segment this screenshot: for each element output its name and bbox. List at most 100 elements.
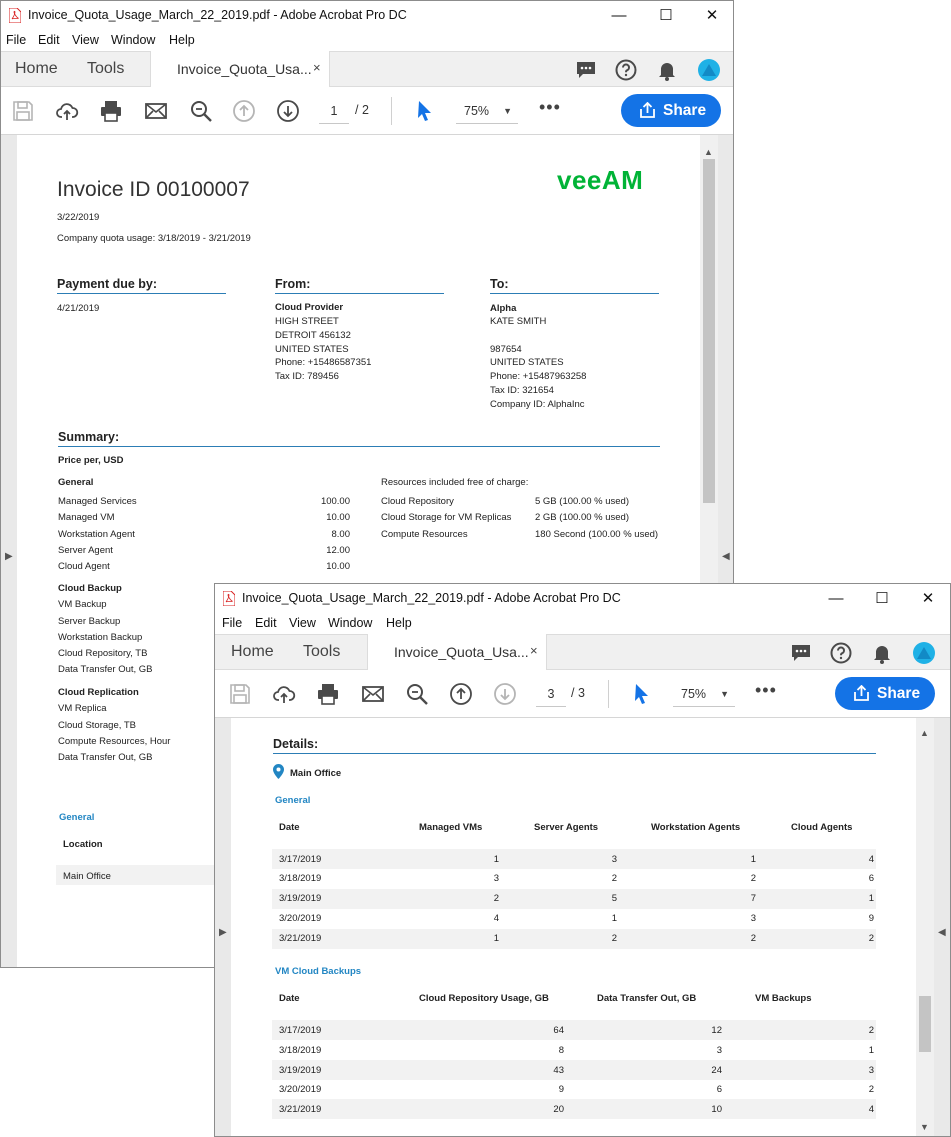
pdf-page-details: Details: Main Office General Date Manage… bbox=[231, 718, 916, 1136]
next-page-icon[interactable] bbox=[276, 99, 300, 123]
zoom-search-icon[interactable] bbox=[405, 682, 429, 706]
maximize-button[interactable]: ☐ bbox=[643, 1, 689, 31]
to-line: UNITED STATES bbox=[490, 357, 564, 368]
notifications-bell-icon[interactable] bbox=[870, 641, 894, 665]
menu-edit[interactable]: Edit bbox=[38, 33, 60, 47]
tab-bar: Home Tools Invoice_Quota_Usa... × bbox=[1, 51, 733, 87]
to-line: Phone: +15487963258 bbox=[490, 371, 587, 382]
table-cell: 9 bbox=[868, 913, 874, 924]
more-tools-icon[interactable]: ••• bbox=[755, 680, 777, 701]
save-icon[interactable] bbox=[11, 99, 35, 123]
tab-home[interactable]: Home bbox=[231, 643, 274, 661]
cloud-replication-label: Cloud Replication bbox=[58, 687, 139, 698]
print-icon[interactable] bbox=[99, 99, 123, 123]
menu-window[interactable]: Window bbox=[111, 33, 155, 47]
help-icon[interactable] bbox=[829, 641, 853, 665]
table-cell: 6 bbox=[716, 1084, 722, 1095]
menu-help[interactable]: Help bbox=[169, 33, 195, 47]
general-item-price: 100.00 bbox=[320, 496, 350, 507]
minimize-button[interactable]: — bbox=[813, 584, 859, 614]
tab-home[interactable]: Home bbox=[15, 60, 58, 78]
select-cursor-icon[interactable] bbox=[413, 99, 437, 123]
email-icon[interactable] bbox=[361, 682, 385, 706]
tab-tools[interactable]: Tools bbox=[87, 60, 124, 78]
scroll-down-icon[interactable]: ▼ bbox=[920, 1122, 929, 1132]
cloud-backup-label: Cloud Backup bbox=[58, 583, 122, 594]
left-panel-toggle[interactable]: ▶ bbox=[215, 718, 231, 1136]
menu-view[interactable]: View bbox=[289, 616, 316, 630]
scroll-thumb[interactable] bbox=[703, 159, 715, 503]
table-cell: 5 bbox=[611, 893, 617, 904]
more-tools-icon[interactable]: ••• bbox=[539, 97, 561, 118]
share-button[interactable]: Share bbox=[835, 677, 935, 710]
free-item-value: 5 GB (100.00 % used) bbox=[535, 496, 629, 507]
window-title: Invoice_Quota_Usage_March_22_2019.pdf - … bbox=[28, 8, 407, 22]
zoom-search-icon[interactable] bbox=[189, 99, 213, 123]
page-number-input[interactable]: 3 bbox=[536, 684, 566, 707]
save-icon[interactable] bbox=[228, 682, 252, 706]
notifications-bell-icon[interactable] bbox=[655, 58, 679, 82]
share-button[interactable]: Share bbox=[621, 94, 721, 127]
user-avatar-icon[interactable] bbox=[697, 58, 721, 82]
right-panel-toggle[interactable]: ◀ bbox=[934, 718, 950, 1136]
comment-icon[interactable] bbox=[789, 641, 813, 665]
scroll-up-icon[interactable]: ▲ bbox=[920, 728, 929, 738]
select-cursor-icon[interactable] bbox=[630, 682, 654, 706]
menu-window[interactable]: Window bbox=[328, 616, 372, 630]
scroll-thumb[interactable] bbox=[919, 996, 931, 1052]
comment-icon[interactable] bbox=[574, 58, 598, 82]
tab-document[interactable]: Invoice_Quota_Usa... × bbox=[150, 51, 330, 87]
previous-page-icon[interactable] bbox=[449, 682, 473, 706]
help-icon[interactable] bbox=[614, 58, 638, 82]
minimize-button[interactable]: — bbox=[596, 1, 642, 31]
left-panel-toggle[interactable]: ▶ bbox=[1, 135, 17, 967]
zoom-dropdown[interactable]: 75% ▼ bbox=[673, 684, 735, 707]
tab-tools[interactable]: Tools bbox=[303, 643, 340, 661]
table-cell: 1 bbox=[493, 933, 499, 944]
maximize-button[interactable]: ☐ bbox=[859, 584, 905, 614]
general-item-name: Cloud Agent bbox=[58, 561, 110, 572]
title-bar[interactable]: Invoice_Quota_Usage_March_22_2019.pdf - … bbox=[1, 1, 733, 31]
page-number-input[interactable]: 1 bbox=[319, 101, 349, 124]
zoom-dropdown[interactable]: 75% ▼ bbox=[456, 101, 518, 124]
zoom-value: 75% bbox=[681, 687, 707, 701]
print-icon[interactable] bbox=[316, 682, 340, 706]
email-icon[interactable] bbox=[144, 99, 168, 123]
upload-cloud-icon[interactable] bbox=[55, 99, 79, 123]
table-row bbox=[272, 849, 876, 869]
table-cell: 3 bbox=[750, 913, 756, 924]
expand-left-icon: ▶ bbox=[5, 551, 13, 562]
chevron-down-icon: ▼ bbox=[503, 106, 512, 116]
next-page-icon[interactable] bbox=[493, 682, 517, 706]
menu-file[interactable]: File bbox=[6, 33, 26, 47]
table-cell: 4 bbox=[493, 913, 499, 924]
table-cell: 2 bbox=[493, 893, 499, 904]
menu-view[interactable]: View bbox=[72, 33, 99, 47]
previous-page-icon[interactable] bbox=[232, 99, 256, 123]
general-item-price: 10.00 bbox=[326, 512, 350, 523]
user-avatar-icon[interactable] bbox=[912, 641, 936, 665]
quota-usage-period: Company quota usage: 3/18/2019 - 3/21/20… bbox=[57, 233, 251, 244]
close-window-button[interactable]: ✕ bbox=[905, 584, 950, 614]
close-tab-icon[interactable]: × bbox=[530, 643, 538, 658]
location-header: Location bbox=[63, 839, 103, 850]
menu-file[interactable]: File bbox=[222, 616, 242, 630]
table-cell: 3/18/2019 bbox=[279, 1045, 322, 1056]
menu-help[interactable]: Help bbox=[386, 616, 412, 630]
upload-cloud-icon[interactable] bbox=[272, 682, 296, 706]
zoom-value: 75% bbox=[464, 104, 490, 118]
vertical-scrollbar[interactable]: ▲ ▼ bbox=[916, 718, 934, 1136]
to-line: KATE SMITH bbox=[490, 316, 547, 327]
invoice-title: Invoice ID 00100007 bbox=[57, 178, 250, 201]
tab-document[interactable]: Invoice_Quota_Usa... × bbox=[367, 634, 547, 670]
close-window-button[interactable]: ✕ bbox=[689, 1, 733, 31]
table-cell: 3/20/2019 bbox=[279, 913, 322, 924]
expand-right-icon: ◀ bbox=[722, 551, 730, 562]
scroll-up-icon[interactable]: ▲ bbox=[704, 147, 713, 157]
general-item-name: Managed VM bbox=[58, 512, 115, 523]
menu-edit[interactable]: Edit bbox=[255, 616, 277, 630]
general-item-name: Server Agent bbox=[58, 545, 113, 556]
table-cell: 12 bbox=[711, 1025, 722, 1036]
title-bar[interactable]: Invoice_Quota_Usage_March_22_2019.pdf - … bbox=[215, 584, 950, 614]
close-tab-icon[interactable]: × bbox=[313, 60, 321, 75]
